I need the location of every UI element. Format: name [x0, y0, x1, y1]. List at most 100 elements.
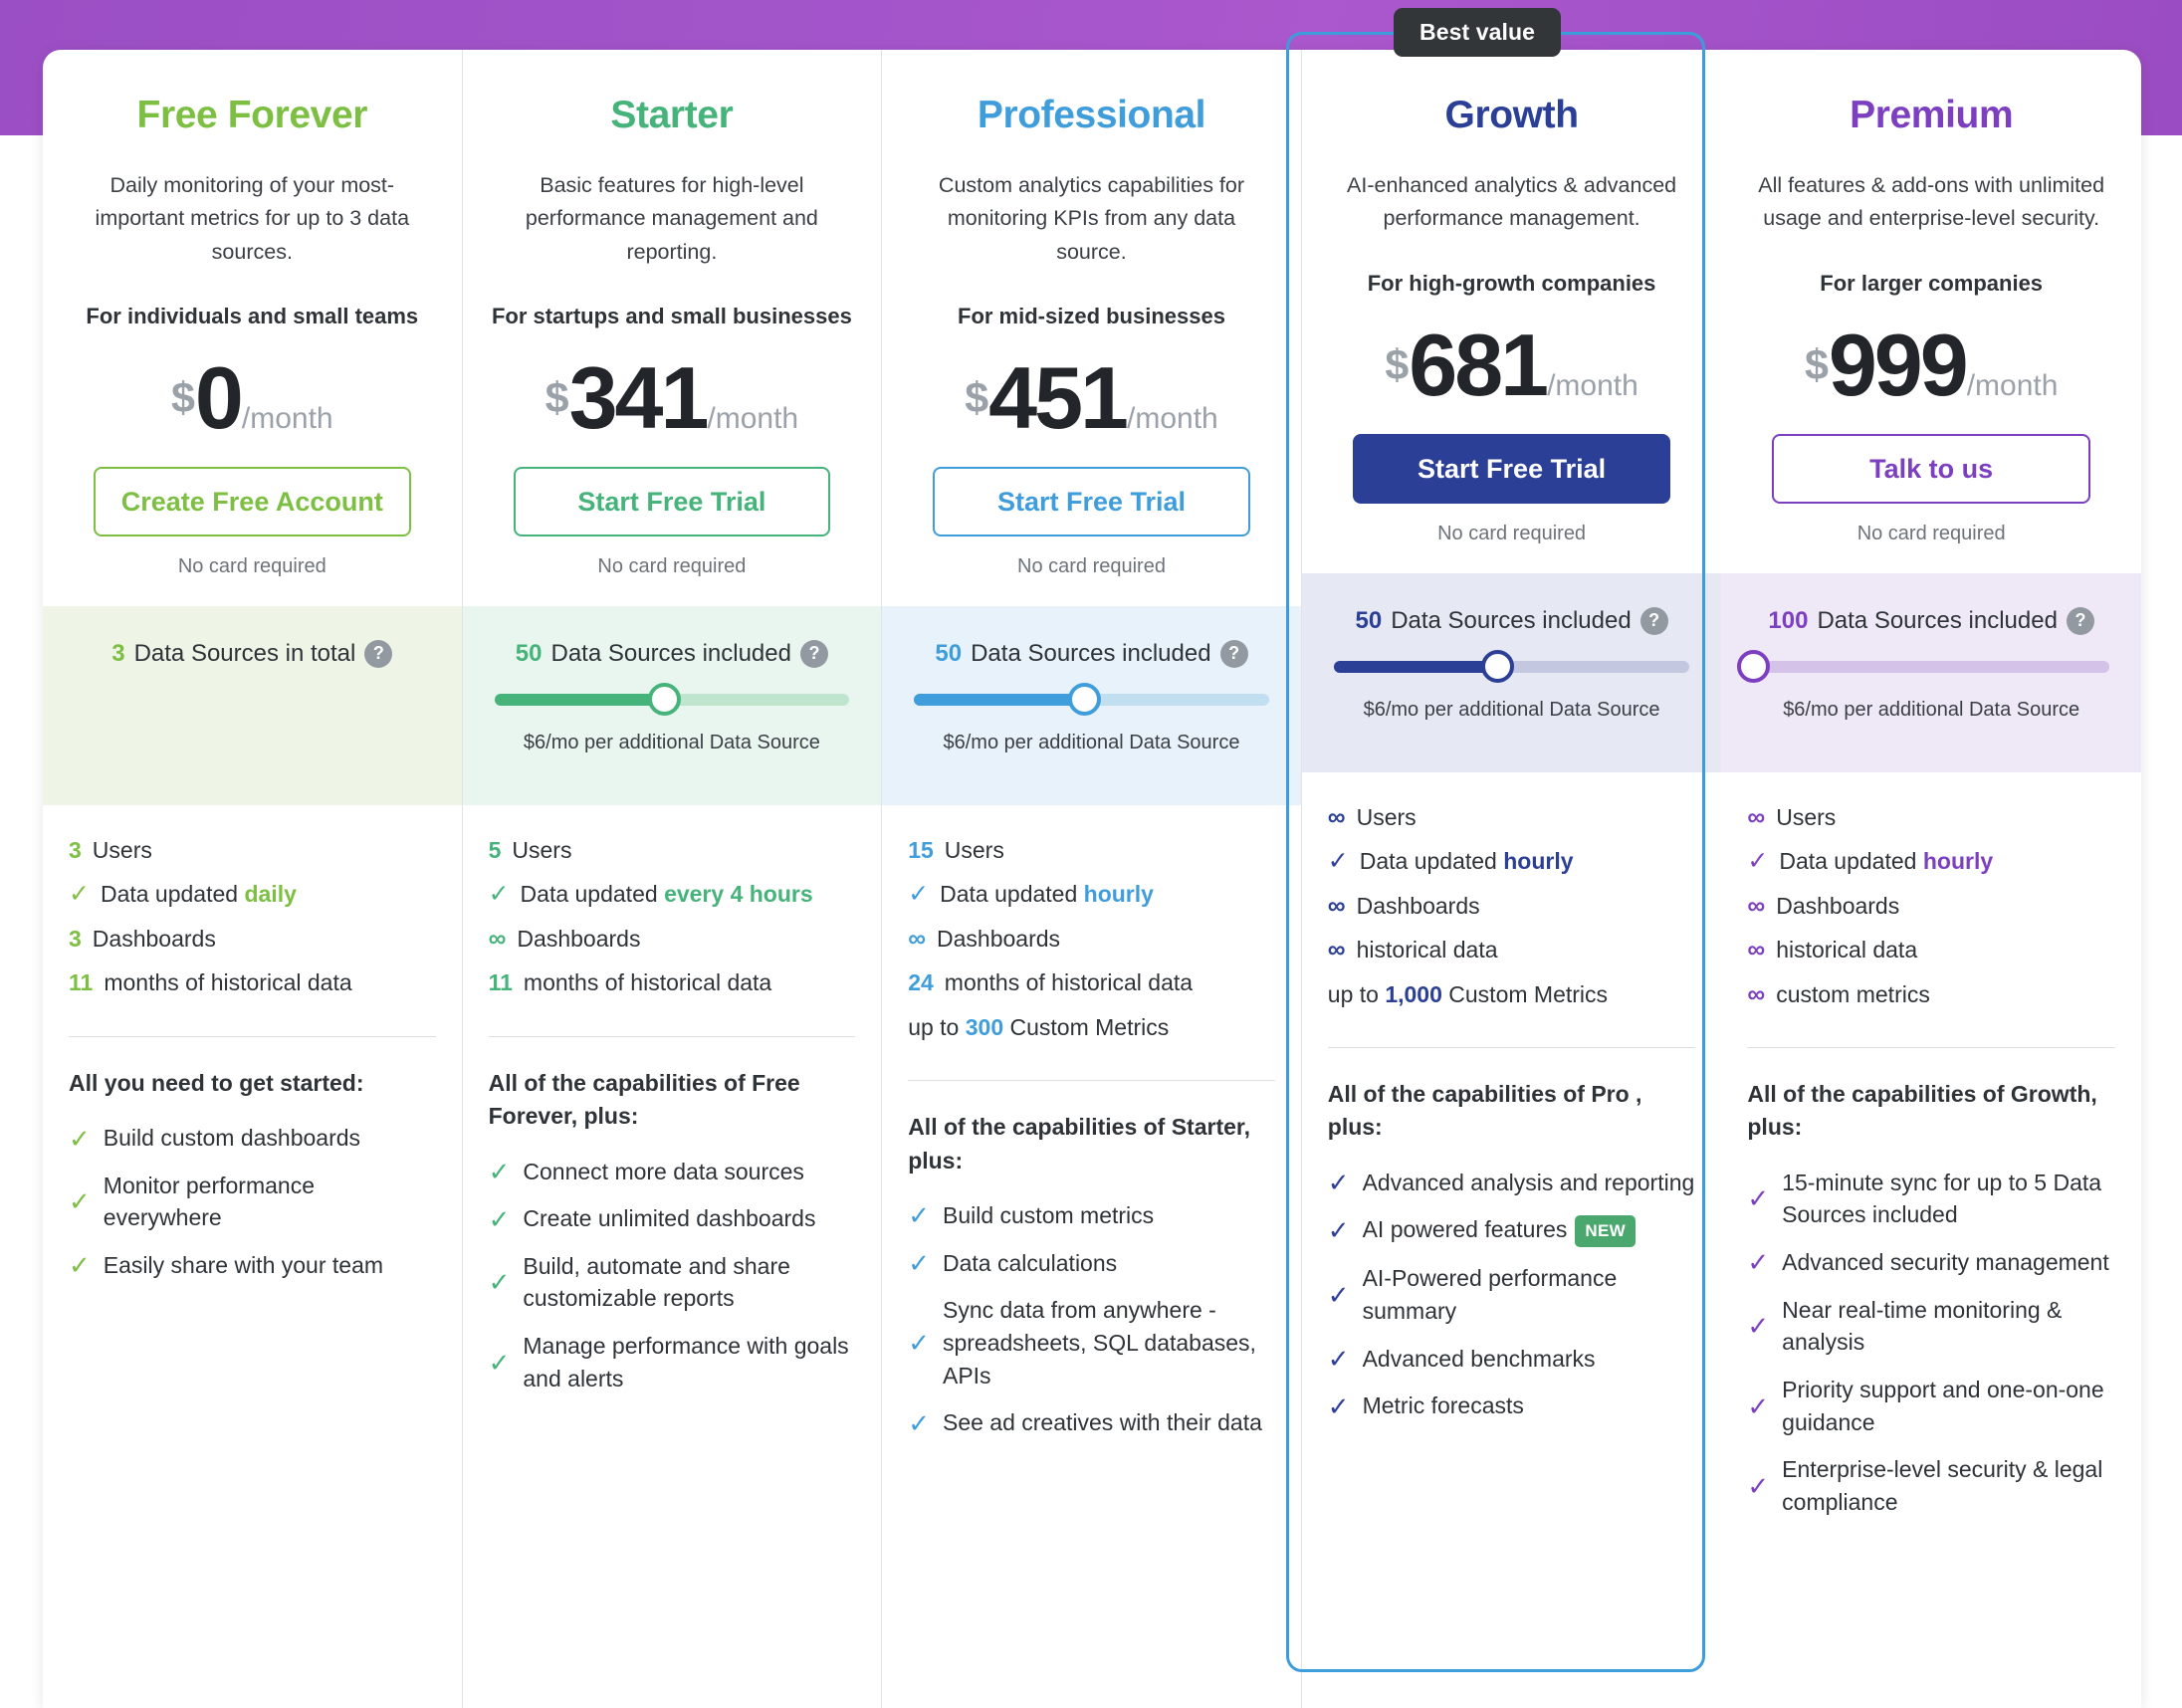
- feature-label: AI powered features NEW: [1363, 1213, 1636, 1248]
- data-sources-slider-premium[interactable]: [1736, 650, 2109, 684]
- check-icon: ✓: [1747, 1311, 1770, 1342]
- spec-item: ∞ historical data: [1328, 933, 1696, 967]
- spec-label: Users: [1356, 803, 1417, 830]
- feature-item: ✓ Metric forecasts: [1328, 1389, 1696, 1422]
- feature-list-premium: ✓ 15-minute sync for up to 5 Data Sources…: [1721, 1145, 2141, 1534]
- spec-label: historical data: [1776, 937, 1918, 963]
- spec-item: ∞ Dashboards: [489, 922, 856, 957]
- feature-item: ✓ Advanced benchmarks: [1328, 1343, 1696, 1376]
- spec-label: Dashboards: [937, 925, 1061, 952]
- spec-label: Dashboards: [517, 925, 641, 952]
- help-icon[interactable]: ?: [364, 639, 393, 668]
- feature-item: ✓ See ad creatives with their data: [908, 1406, 1275, 1439]
- check-icon: ✓: [488, 1267, 511, 1298]
- infinity-icon: ∞: [1327, 936, 1346, 964]
- slider-track: [1753, 660, 2109, 673]
- currency-symbol: $: [545, 373, 569, 422]
- spec-item: ✓ Data updated hourly: [1328, 844, 1696, 879]
- cta-button-professional[interactable]: Start Free Trial: [933, 466, 1250, 536]
- spec-item: up to 1,000 Custom Metrics: [1328, 977, 1696, 1012]
- cta-button-starter[interactable]: Start Free Trial: [513, 466, 831, 536]
- spec-label: Users: [944, 836, 1004, 863]
- spec-label: Data updated hourly: [1779, 848, 1994, 875]
- help-icon[interactable]: ?: [799, 639, 828, 668]
- feature-list-professional: ✓ Build custom metrics ✓ Data calculations ✓…: [882, 1177, 1301, 1454]
- feature-item: ✓ Priority support and one-on-one guidanc…: [1747, 1374, 2115, 1438]
- feature-label: Manage performance with goals and alerts: [523, 1333, 849, 1391]
- check-icon: ✓: [1747, 1247, 1770, 1278]
- no-card-required-note-premium: No card required: [1856, 522, 2006, 544]
- plan-price-premium: $999/month: [1747, 320, 2115, 409]
- data-sources-extra-cost-starter: $6/mo per additional Data Source: [523, 731, 820, 753]
- slider-handle[interactable]: [1480, 650, 1514, 684]
- plan-column-starter: Starter Basic features for high-level per…: [462, 50, 883, 1708]
- spec-item: ✓ Data updated hourly: [1747, 844, 2115, 879]
- infinity-icon: ∞: [1747, 891, 1766, 920]
- plan-price-free-forever: $0/month: [69, 353, 436, 442]
- spec-label: Data updated hourly: [1359, 848, 1574, 875]
- data-sources-extra-cost-premium: $6/mo per additional Data Source: [1783, 698, 2080, 721]
- check-icon: ✓: [1747, 1470, 1770, 1501]
- data-sources-suffix: Data Sources included: [1391, 606, 1632, 634]
- spec-label: up to 300 Custom Metrics: [908, 1013, 1170, 1040]
- slider-handle[interactable]: [1736, 650, 1770, 684]
- spec-label: up to 1,000 Custom Metrics: [1327, 980, 1609, 1007]
- plan-column-premium: Premium All features & add-ons with unlim…: [1721, 50, 2141, 1708]
- help-icon[interactable]: ?: [1639, 606, 1668, 635]
- infinity-icon: ∞: [1747, 979, 1766, 1008]
- cta-button-free-forever[interactable]: Create Free Account: [94, 466, 411, 536]
- check-icon: ✓: [1327, 847, 1349, 876]
- no-card-required-note-starter: No card required: [597, 554, 747, 577]
- plan-description-growth: AI-enhanced analytics & advanced perform…: [1347, 173, 1677, 231]
- plan-header-premium: Premium All features & add-ons with unlim…: [1721, 50, 2141, 573]
- plan-column-growth: Growth AI-enhanced analytics & advanced p…: [1301, 50, 1722, 1708]
- slider-handle[interactable]: [648, 683, 682, 717]
- data-sources-band-professional: 50 Data Sources included? $6/mo per additi…: [882, 605, 1301, 805]
- features-heading-premium: All of the capabilities of Growth, plus:: [1747, 1081, 2097, 1141]
- feature-label: Build custom metrics: [942, 1202, 1155, 1229]
- data-sources-slider-starter[interactable]: [494, 683, 850, 717]
- check-icon: ✓: [488, 880, 510, 909]
- slider-handle[interactable]: [1067, 683, 1101, 717]
- price-period: /month: [241, 401, 333, 435]
- spec-value: 24: [908, 969, 934, 996]
- data-sources-count: 50: [935, 639, 963, 667]
- features-heading-free-forever: All you need to get started:: [69, 1069, 364, 1096]
- plan-name-free-forever: Free Forever: [136, 94, 368, 136]
- spec-list-growth: ∞ Users ✓ Data updated hourly ∞ Dashboards ∞ hi…: [1302, 772, 1722, 1022]
- cta-button-premium[interactable]: Talk to us: [1772, 433, 2090, 504]
- price-period: /month: [1547, 368, 1638, 402]
- spec-item: ∞ Dashboards: [1328, 889, 1696, 924]
- spec-item: 11 months of historical data: [489, 965, 856, 1000]
- spec-item: 3 Dashboards: [69, 922, 436, 957]
- column-spacer: [463, 1409, 882, 1708]
- features-heading-starter: All of the capabilities of Free Forever,…: [488, 1069, 800, 1130]
- cta-button-growth[interactable]: Start Free Trial: [1352, 433, 1671, 504]
- plan-header-starter: Starter Basic features for high-level per…: [463, 50, 882, 606]
- feature-label: Easily share with your team: [103, 1252, 384, 1279]
- slider-fill: [494, 693, 665, 706]
- feature-label: See ad creatives with their data: [942, 1409, 1262, 1436]
- check-icon: ✓: [1327, 1280, 1350, 1310]
- feature-label: Near real-time monitoring & analysis: [1782, 1296, 2063, 1356]
- spec-item: 24 months of historical data: [908, 965, 1275, 1000]
- infinity-icon: ∞: [1327, 802, 1346, 831]
- spec-label: Data updated every 4 hours: [520, 881, 813, 908]
- spec-item: up to 300 Custom Metrics: [908, 1010, 1275, 1045]
- spec-item: ✓ Data updated hourly: [908, 877, 1275, 912]
- spec-label: custom metrics: [1776, 980, 1930, 1007]
- feature-item: ✓ 15-minute sync for up to 5 Data Sources…: [1747, 1167, 2115, 1231]
- currency-symbol: $: [1385, 340, 1410, 389]
- feature-item: ✓ AI powered features NEW: [1328, 1213, 1696, 1248]
- spec-list-professional: 15 Users ✓ Data updated hourly ∞ Dashboards 24…: [882, 805, 1301, 1055]
- plan-header-professional: Professional Custom analytics capabilitie…: [882, 50, 1301, 606]
- data-sources-slider-professional[interactable]: [914, 683, 1269, 717]
- help-icon[interactable]: ?: [2066, 606, 2094, 635]
- data-sources-slider-growth[interactable]: [1333, 650, 1690, 684]
- check-icon: ✓: [1327, 1390, 1350, 1421]
- spec-item: ✓ Data updated daily: [69, 877, 436, 912]
- currency-symbol: $: [965, 373, 989, 422]
- feature-item: ✓ Sync data from anywhere - spreadsheets,…: [908, 1294, 1275, 1391]
- data-sources-label-starter: 50 Data Sources included?: [489, 639, 856, 668]
- help-icon[interactable]: ?: [1219, 639, 1248, 668]
